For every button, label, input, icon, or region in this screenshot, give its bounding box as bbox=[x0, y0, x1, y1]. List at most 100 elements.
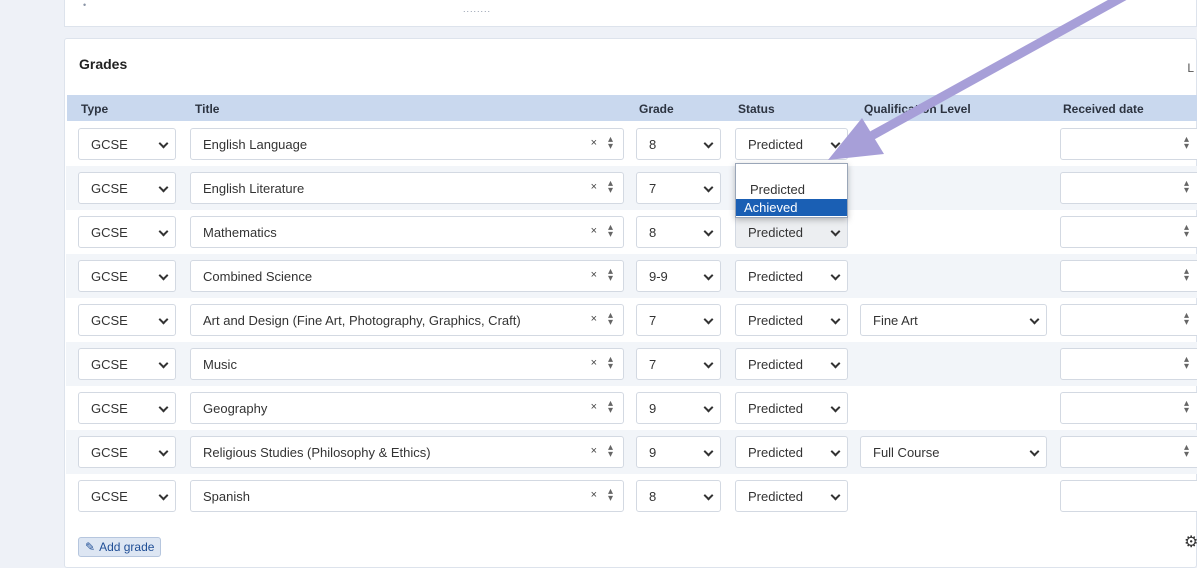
qualification-level-select[interactable]: Fine Art bbox=[860, 304, 1047, 336]
title-select[interactable]: English Literature × ▴ ▾ bbox=[190, 172, 624, 204]
title-select[interactable]: Combined Science × ▴ ▾ bbox=[190, 260, 624, 292]
received-date-input[interactable]: ▴ ▾ bbox=[1060, 260, 1197, 292]
sort-arrows-icon: ▴ ▾ bbox=[1183, 310, 1189, 328]
title-select[interactable]: Spanish × ▴ ▾ bbox=[190, 480, 624, 512]
chevron-down-icon bbox=[158, 226, 169, 237]
status-select[interactable]: Predicted bbox=[735, 480, 848, 512]
chevron-down-icon bbox=[1029, 446, 1040, 457]
title-select[interactable]: Art and Design (Fine Art, Photography, G… bbox=[190, 304, 624, 336]
chevron-down-icon bbox=[703, 138, 714, 149]
chevron-down-icon bbox=[830, 402, 841, 413]
grade-select[interactable]: 8 bbox=[636, 128, 721, 160]
status-select[interactable]: Predicted bbox=[735, 304, 848, 336]
grade-select[interactable]: 7 bbox=[636, 348, 721, 380]
type-value: GCSE bbox=[91, 488, 128, 504]
status-select[interactable]: Predicted bbox=[735, 436, 848, 468]
type-select[interactable]: GCSE bbox=[78, 128, 176, 160]
col-status: Status bbox=[738, 102, 775, 116]
type-select[interactable]: GCSE bbox=[78, 216, 176, 248]
title-select[interactable]: Mathematics × ▴ ▾ bbox=[190, 216, 624, 248]
title-value: Spanish bbox=[203, 488, 250, 504]
received-date-input[interactable]: ▴ ▾ bbox=[1060, 172, 1197, 204]
grade-value: 7 bbox=[649, 356, 657, 372]
status-select[interactable]: Predicted bbox=[735, 128, 848, 160]
status-option-predicted[interactable]: Predicted bbox=[736, 181, 847, 198]
chevron-down-icon bbox=[830, 358, 841, 369]
title-select[interactable]: Religious Studies (Philosophy & Ethics) ×… bbox=[190, 436, 624, 468]
chevron-down-icon bbox=[830, 226, 841, 237]
grade-select[interactable]: 7 bbox=[636, 304, 721, 336]
table-row: GCSE Mathematics × ▴ ▾ 8 Predicted ▴ ▾ bbox=[66, 210, 1197, 254]
grade-select[interactable]: 9-9 bbox=[636, 260, 721, 292]
sort-arrows-icon: ▴ ▾ bbox=[1183, 398, 1189, 416]
received-date-input[interactable]: ▴ ▾ bbox=[1060, 436, 1197, 468]
chevron-down-icon bbox=[158, 314, 169, 325]
add-grade-button[interactable]: ✎ Add grade bbox=[78, 537, 162, 557]
grade-select[interactable]: 9 bbox=[636, 436, 721, 468]
clear-icon[interactable]: × bbox=[591, 313, 597, 325]
type-value: GCSE bbox=[91, 356, 128, 372]
status-value: Predicted bbox=[748, 224, 803, 240]
title-value: English Language bbox=[203, 136, 308, 152]
clear-icon[interactable]: × bbox=[591, 357, 597, 369]
type-select[interactable]: GCSE bbox=[78, 304, 176, 336]
sort-arrows-icon: ▴ ▾ bbox=[607, 354, 613, 372]
col-received-date: Received date bbox=[1063, 102, 1144, 116]
clear-icon[interactable]: × bbox=[591, 401, 597, 413]
chevron-down-icon bbox=[830, 446, 841, 457]
received-date-input[interactable]: ▴ ▾ bbox=[1060, 128, 1197, 160]
status-select[interactable]: Predicted bbox=[735, 392, 848, 424]
grade-select[interactable]: 8 bbox=[636, 480, 721, 512]
table-row: GCSE Religious Studies (Philosophy & Ethi… bbox=[66, 430, 1197, 474]
grade-select[interactable]: 9 bbox=[636, 392, 721, 424]
chevron-down-icon bbox=[830, 270, 841, 281]
table-row: GCSE Music × ▴ ▾ 7 Predicted ▴ ▾ bbox=[66, 342, 1197, 386]
pencil-icon: ✎ bbox=[85, 540, 96, 554]
previous-section-strip: • ........ bbox=[64, 0, 1197, 27]
qualification-value: Fine Art bbox=[873, 312, 918, 328]
received-date-input[interactable]: ▴ ▾ bbox=[1060, 348, 1197, 380]
status-option-achieved[interactable]: Achieved bbox=[736, 199, 847, 216]
table-row: GCSE Geography × ▴ ▾ 9 Predicted ▴ ▾ bbox=[66, 386, 1197, 430]
qualification-level-select[interactable]: Full Course bbox=[860, 436, 1047, 468]
table-row: GCSE English Language × ▴ ▾ 8 Predicted ▴ ▾ bbox=[66, 122, 1197, 166]
table-row: GCSE Combined Science × ▴ ▾ 9-9 Predicted ▴ ▾ bbox=[66, 254, 1197, 298]
grade-select[interactable]: 7 bbox=[636, 172, 721, 204]
type-select[interactable]: GCSE bbox=[78, 436, 176, 468]
type-select[interactable]: GCSE bbox=[78, 392, 176, 424]
title-select[interactable]: Geography × ▴ ▾ bbox=[190, 392, 624, 424]
clear-icon[interactable]: × bbox=[591, 489, 597, 501]
grade-select[interactable]: 8 bbox=[636, 216, 721, 248]
type-select[interactable]: GCSE bbox=[78, 172, 176, 204]
grade-value: 8 bbox=[649, 136, 657, 152]
type-select[interactable]: GCSE bbox=[78, 348, 176, 380]
status-value: Predicted bbox=[748, 488, 803, 504]
chevron-down-icon bbox=[158, 182, 169, 193]
title-select[interactable]: English Language × ▴ ▾ bbox=[190, 128, 624, 160]
type-select[interactable]: GCSE bbox=[78, 260, 176, 292]
chevron-down-icon bbox=[830, 490, 841, 501]
table-row: GCSE English Literature × ▴▾ 7 Predicted ▴▾ bbox=[66, 166, 1197, 210]
status-select[interactable]: Predicted bbox=[735, 348, 848, 380]
title-value: Geography bbox=[203, 400, 268, 416]
clear-icon[interactable]: × bbox=[591, 269, 597, 281]
sort-arrows-icon: ▴ ▾ bbox=[607, 398, 613, 416]
title-select[interactable]: Music × ▴ ▾ bbox=[190, 348, 624, 380]
grade-value: 7 bbox=[649, 180, 657, 196]
type-select[interactable]: GCSE bbox=[78, 480, 176, 512]
status-select[interactable]: Predicted bbox=[735, 260, 848, 292]
clear-icon[interactable]: × bbox=[591, 181, 597, 193]
sort-arrows-icon: ▴ ▾ bbox=[1183, 178, 1189, 196]
received-date-input[interactable]: ▴ ▾ bbox=[1060, 392, 1197, 424]
grade-value: 9-9 bbox=[649, 268, 668, 284]
received-date-input[interactable]: ▴ ▾ bbox=[1060, 304, 1197, 336]
sort-arrows-icon: ▴ ▾ bbox=[1183, 266, 1189, 284]
clear-icon[interactable]: × bbox=[591, 225, 597, 237]
status-select[interactable]: Predicted bbox=[735, 216, 848, 248]
chevron-down-icon bbox=[830, 314, 841, 325]
gear-icon[interactable]: ⚙ bbox=[1184, 532, 1197, 552]
clear-icon[interactable]: × bbox=[591, 445, 597, 457]
received-date-input[interactable]: ▴ ▾ bbox=[1060, 216, 1197, 248]
clear-icon[interactable]: × bbox=[591, 137, 597, 149]
received-date-input[interactable] bbox=[1060, 480, 1197, 512]
